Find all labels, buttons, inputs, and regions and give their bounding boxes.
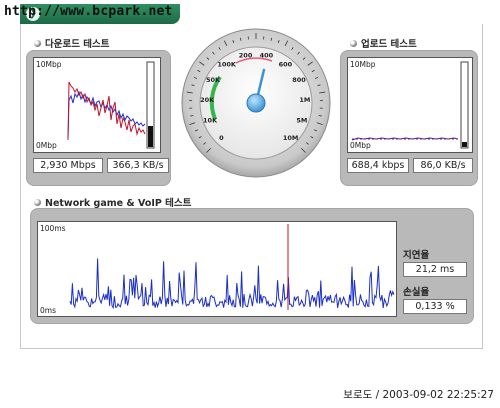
- gauge-tick-label: 600: [279, 60, 293, 68]
- download-panel: 10Mbp 0Mbp 2,930 Mbps 366,3 KB/s: [26, 50, 171, 186]
- loss-value: 0,133 %: [403, 299, 467, 314]
- loss-label: 손실율: [403, 287, 430, 298]
- gauge-tick-label: 400: [260, 52, 274, 60]
- gauge-tick-label: 1M: [299, 96, 310, 104]
- upload-level-fill: [462, 142, 467, 147]
- download-speed-mbps: 2,930 Mbps: [33, 158, 103, 173]
- upload-level-bar: [460, 61, 469, 149]
- bullet-icon: [350, 39, 357, 47]
- download-graph-svg: [67, 61, 155, 149]
- download-section-header: 다운로드 테스트: [34, 36, 110, 50]
- footer-caption: 보로도 / 2003-09-02 22:25:27: [343, 389, 494, 401]
- download-title: 다운로드 테스트: [45, 39, 110, 50]
- watermark-text: http://www.bcpark.net: [4, 4, 173, 19]
- bullet-icon: [34, 39, 41, 47]
- upload-ymax-label: 10Mbp: [350, 60, 376, 69]
- network-section-header: Network game & VoIP 테스트: [34, 195, 191, 209]
- upload-section-header: 업로드 테스트: [350, 36, 417, 50]
- gauge-tick-label: 5M: [296, 117, 307, 125]
- download-series-blue: [67, 90, 146, 139]
- network-graph-svg: [69, 224, 395, 310]
- bullet-icon: [34, 198, 41, 206]
- network-panel: 100ms 0ms 지연율 21,2 ms 손실율 0,133 %: [30, 208, 474, 324]
- gauge-hub: [246, 93, 266, 113]
- upload-graph-svg: [351, 61, 469, 149]
- gauge-tick-label: 50K: [206, 76, 221, 84]
- upload-panel: 10Mbp 0Mbp 688,4 kbps 86,0 KB/s: [340, 50, 478, 186]
- network-title: Network game & VoIP 테스트: [45, 198, 192, 209]
- download-level-fill: [148, 126, 153, 147]
- download-graph: 10Mbp 0Mbp: [33, 57, 161, 153]
- download-ymin-label: 0Mbp: [36, 141, 57, 150]
- download-series-red: [67, 81, 146, 141]
- gauge-tick-label: 100K: [217, 60, 237, 68]
- upload-graph: 10Mbp 0Mbp: [347, 57, 473, 153]
- gauge-tick-label: 10M: [283, 134, 299, 142]
- gauge-tick-label: 20K: [200, 96, 215, 104]
- network-latency-series: [69, 258, 395, 310]
- speedtest-window: ❯ http://www.bcpark.net 다운로드 테스트 10Mbp 0…: [0, 0, 500, 408]
- gauge-tick-label: 800: [292, 76, 306, 84]
- network-ymin-label: 0ms: [40, 306, 56, 315]
- download-speed-kbs: 366,3 KB/s: [107, 158, 169, 173]
- upload-speed-kbps: 688,4 kbps: [347, 158, 409, 173]
- download-ymax-label: 10Mbp: [36, 60, 62, 69]
- gauge-svg: 0 10K 20K 50K 100K200 400 600 800 1M 5M 10M: [181, 28, 331, 178]
- upload-title: 업로드 테스트: [361, 39, 417, 50]
- upload-ymin-label: 0Mbp: [350, 141, 371, 150]
- gauge-tick-label: 10K: [203, 117, 218, 125]
- network-ymax-label: 100ms: [40, 224, 66, 233]
- gauge-tick-label: 0: [219, 134, 224, 142]
- speed-gauge: 0 10K 20K 50K 100K 200 400 600 800 1M 5M 10M: [180, 27, 332, 179]
- network-graph: 100ms 0ms: [37, 221, 397, 317]
- latency-value: 21,2 ms: [403, 262, 467, 277]
- latency-label: 지연율: [403, 250, 430, 261]
- upload-speed-kbs: 86,0 KB/s: [413, 158, 473, 173]
- gauge-tick-label: 200: [239, 52, 253, 60]
